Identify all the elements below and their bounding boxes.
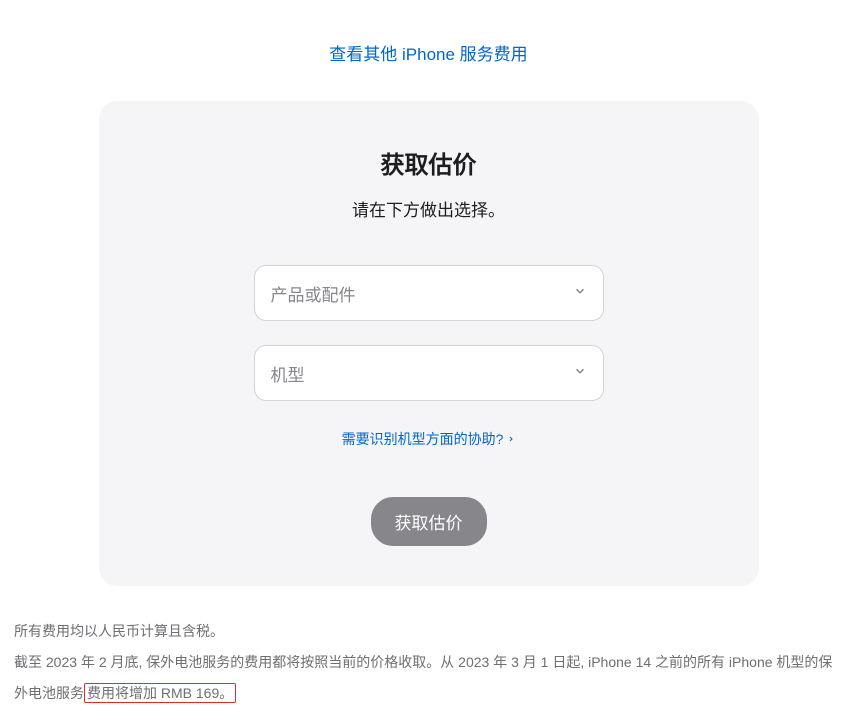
price-increase-highlight: 费用将增加 RMB 169。 <box>84 683 236 703</box>
model-select[interactable]: 机型 <box>254 345 604 401</box>
product-select-placeholder: 产品或配件 <box>271 281 356 306</box>
chevron-down-icon <box>573 284 587 303</box>
model-select-placeholder: 机型 <box>271 361 305 386</box>
card-subtitle: 请在下方做出选择。 <box>139 196 719 221</box>
card-title: 获取估价 <box>139 145 719 180</box>
model-select-wrapper: 机型 <box>254 345 604 401</box>
button-wrapper: 获取估价 <box>139 497 719 546</box>
product-select-wrapper: 产品或配件 <box>254 265 604 321</box>
identify-model-help-link[interactable]: 需要识别机型方面的协助? <box>342 429 516 449</box>
footer-text: 所有费用均以人民币计算且含税。 截至 2023 年 2 月底, 保外电池服务的费… <box>10 616 847 708</box>
get-estimate-button[interactable]: 获取估价 <box>371 497 487 546</box>
footer-line-currency: 所有费用均以人民币计算且含税。 <box>14 616 843 647</box>
view-other-services-link[interactable]: 查看其他 iPhone 服务费用 <box>329 45 527 64</box>
chevron-down-icon <box>573 364 587 383</box>
help-link-text: 需要识别机型方面的协助? <box>342 429 504 449</box>
chevron-right-icon <box>507 432 515 446</box>
estimate-card: 获取估价 请在下方做出选择。 产品或配件 机型 需要识别机型方面的协助? <box>99 101 759 586</box>
footer-line-notice: 截至 2023 年 2 月底, 保外电池服务的费用都将按照当前的价格收取。从 2… <box>14 647 843 709</box>
product-select[interactable]: 产品或配件 <box>254 265 604 321</box>
view-other-services-link-wrapper: 查看其他 iPhone 服务费用 <box>10 40 847 65</box>
